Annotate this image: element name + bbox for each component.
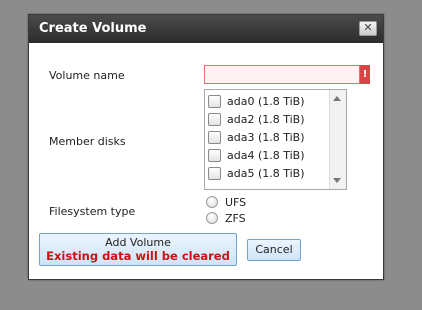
member-disks-label: Member disks	[49, 135, 126, 148]
data-cleared-warning: Existing data will be cleared	[46, 249, 230, 263]
disk-checkbox[interactable]	[208, 113, 221, 126]
error-icon: !	[360, 65, 370, 84]
disk-checkbox[interactable]	[208, 131, 221, 144]
volume-name-input[interactable]	[204, 65, 360, 84]
radio-label: ZFS	[225, 212, 246, 225]
disk-checkbox[interactable]	[208, 149, 221, 162]
dialog-titlebar[interactable]: Create Volume ✕	[29, 15, 383, 43]
cancel-button[interactable]: Cancel	[247, 239, 301, 261]
add-volume-button[interactable]: Add Volume Existing data will be cleared	[39, 233, 237, 266]
create-volume-dialog: Create Volume ✕ Volume name ! Member dis…	[28, 14, 384, 280]
member-disks-list[interactable]: ada0 (1.8 TiB) ada2 (1.8 TiB) ada3 (1.8 …	[204, 89, 347, 190]
close-icon[interactable]: ✕	[359, 21, 377, 36]
dialog-title: Create Volume	[39, 21, 147, 36]
radio-label: UFS	[225, 196, 247, 209]
volume-name-label: Volume name	[49, 69, 125, 82]
disk-label: ada0 (1.8 TiB)	[227, 95, 305, 108]
disk-checkbox[interactable]	[208, 95, 221, 108]
add-volume-label: Add Volume	[105, 236, 171, 249]
scroll-down-icon[interactable]	[333, 178, 341, 183]
disk-checkbox[interactable]	[208, 167, 221, 180]
disk-label: ada3 (1.8 TiB)	[227, 131, 305, 144]
disk-label: ada2 (1.8 TiB)	[227, 113, 305, 126]
disk-list-scrollbar[interactable]	[329, 90, 346, 189]
disk-label: ada5 (1.8 TiB)	[227, 167, 305, 180]
scroll-up-icon[interactable]	[333, 96, 341, 101]
filesystem-type-label: Filesystem type	[49, 205, 136, 218]
radio-button[interactable]	[206, 196, 218, 208]
disk-label: ada4 (1.8 TiB)	[227, 149, 305, 162]
radio-button[interactable]	[206, 212, 218, 224]
